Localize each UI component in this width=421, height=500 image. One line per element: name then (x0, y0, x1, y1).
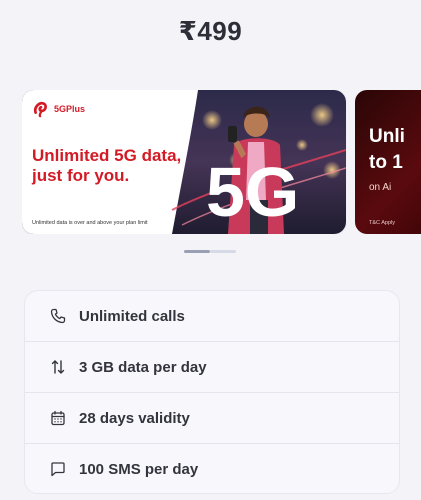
banner-headline: Unlimited 5G data, just for you. (32, 146, 202, 186)
brand-lockup: 5GPlus (32, 100, 85, 118)
big-5g-text: 5G (206, 153, 299, 228)
banner-footnote: Unlimited data is over and above your pl… (32, 220, 148, 226)
pagination-dot[interactable] (210, 250, 236, 253)
phone-icon (49, 307, 67, 325)
headline-line-2: just for you. (32, 166, 130, 185)
benefit-label: Unlimited calls (79, 307, 185, 325)
airtel-logo-icon (33, 101, 47, 118)
plan-benefits-card: Unlimited calls 3 GB data per day 28 day… (24, 290, 400, 494)
data-arrows-icon (49, 358, 67, 376)
calendar-icon (49, 409, 67, 427)
benefit-label: 28 days validity (79, 409, 190, 427)
peek-line-1: Unli (369, 126, 405, 147)
headline-line-1: Unlimited 5G data, (32, 146, 182, 165)
offer-banner-next[interactable]: Unli to 1 on Ai T&C Apply (355, 90, 421, 234)
offer-carousel[interactable]: 5GPlus Unlimited 5G data, just for you. … (22, 90, 421, 234)
benefit-row-sms: 100 SMS per day (25, 444, 399, 493)
brand-name: 5GPlus (54, 104, 86, 114)
5g-graphic: 5G (206, 153, 299, 228)
plan-price: ₹499 (178, 16, 243, 46)
carousel-pagination[interactable] (184, 250, 236, 253)
benefit-row-data: 3 GB data per day (25, 342, 399, 392)
peek-line-2: to 1 (369, 152, 403, 173)
message-icon (49, 460, 67, 478)
benefit-row-calls: Unlimited calls (25, 291, 399, 341)
peek-terms: T&C Apply (369, 220, 395, 226)
benefit-label: 3 GB data per day (79, 358, 207, 376)
offer-banner-5g[interactable]: 5GPlus Unlimited 5G data, just for you. … (22, 90, 346, 234)
benefit-label: 100 SMS per day (79, 460, 199, 478)
peek-line-3: on Ai (369, 182, 392, 193)
benefit-row-validity: 28 days validity (25, 393, 399, 443)
pagination-dot-active[interactable] (184, 250, 210, 253)
